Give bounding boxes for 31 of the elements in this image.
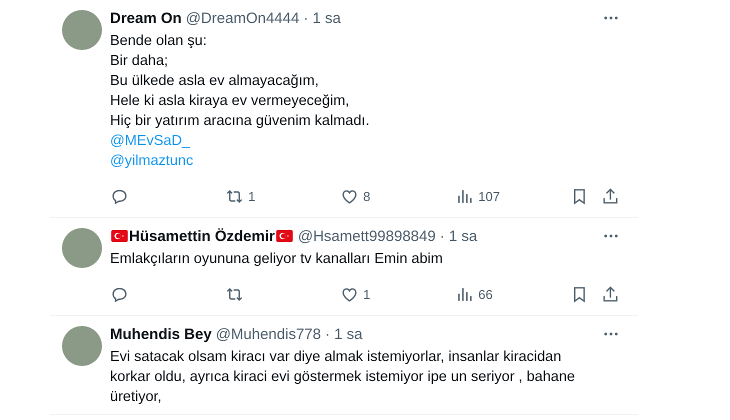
like-count: 1 bbox=[363, 286, 370, 302]
avatar-photo-placeholder[interactable] bbox=[62, 326, 102, 366]
share-icon[interactable] bbox=[601, 186, 620, 206]
post-time[interactable]: · 1 sa bbox=[440, 228, 478, 244]
author-name[interactable]: Hüsamettin Özdemir bbox=[129, 228, 275, 244]
more-icon[interactable] bbox=[604, 16, 618, 20]
post-time[interactable]: · 1 sa bbox=[324, 326, 362, 342]
flag-icon bbox=[111, 230, 128, 242]
post-text: Emlakçıların oyununa geliyor tv kanalları Emin abim bbox=[110, 250, 443, 269]
post-text: Hele ki asla kiraya ev vermeyeceğim, bbox=[110, 92, 350, 111]
avatar-photo-placeholder[interactable] bbox=[62, 228, 102, 268]
view-count: 107 bbox=[478, 188, 500, 204]
flag-icon bbox=[276, 230, 293, 242]
post-text: Bu ülkede asla ev almayacağım, bbox=[110, 72, 319, 91]
like-count: 8 bbox=[363, 188, 370, 204]
post-text: Evi satacak olsam kiracı var diye almak istemiyorlar, insanlar kiracidan korkar oldu, ayrıca kiraci evi göstermek istemiyor ipe un seriyor , bahane üretiyor, bbox=[110, 348, 576, 407]
author-handle[interactable]: @Hsamett99898849 bbox=[298, 228, 436, 244]
view-count: 66 bbox=[478, 286, 493, 302]
author-name[interactable]: Muhendis Bey bbox=[110, 326, 212, 342]
post-text: Bir daha; bbox=[110, 52, 168, 71]
avatar-photo-placeholder[interactable] bbox=[62, 10, 102, 50]
author-handle[interactable]: @Muhendis778 bbox=[216, 326, 321, 342]
share-icon[interactable] bbox=[601, 284, 620, 304]
post-text: Hiç bir yatırım aracına güvenim kalmadı. bbox=[110, 112, 370, 131]
more-icon[interactable] bbox=[604, 332, 618, 336]
author-handle[interactable]: @DreamOn4444 bbox=[186, 10, 300, 26]
post-text: Bende olan şu: bbox=[110, 32, 207, 51]
author-name[interactable]: Dream On bbox=[110, 10, 182, 26]
more-icon[interactable] bbox=[604, 234, 618, 238]
repost-count: 1 bbox=[248, 188, 256, 204]
post-time[interactable]: · 1 sa bbox=[303, 10, 341, 26]
